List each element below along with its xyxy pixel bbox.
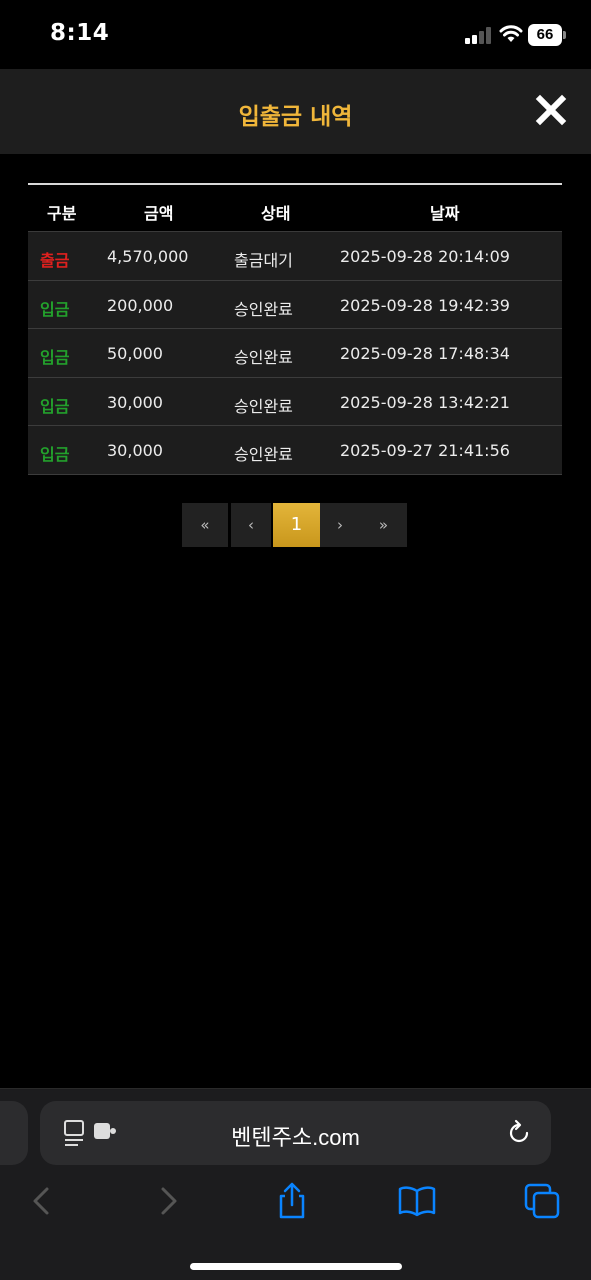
last-page-button[interactable]: » — [360, 503, 407, 547]
row-status: 출금대기 — [234, 251, 293, 270]
pagination: « ‹ 1 › » — [182, 503, 407, 547]
row-status: 승인완료 — [234, 445, 293, 464]
tabs-icon[interactable] — [522, 1181, 562, 1221]
prev-page-button[interactable]: ‹ — [231, 503, 271, 547]
row-type: 입금 — [40, 299, 70, 319]
status-time: 8:14 — [50, 20, 110, 46]
modal-header: 입출금 내역 — [0, 69, 591, 154]
table-row: 출금 4,570,000 출금대기 2025-09-28 20:14:09 — [28, 232, 562, 281]
home-indicator — [190, 1263, 402, 1270]
row-amount: 4,570,000 — [107, 247, 189, 266]
first-page-button[interactable]: « — [182, 503, 228, 547]
close-icon[interactable] — [532, 91, 570, 129]
table-row: 입금 50,000 승인완료 2025-09-28 17:48:34 — [28, 329, 562, 378]
forward-icon[interactable] — [148, 1181, 188, 1221]
table-row: 입금 30,000 승인완료 2025-09-28 13:42:21 — [28, 377, 562, 426]
address-bar[interactable]: 벤텐주소.com — [40, 1101, 551, 1165]
table-row: 입금 30,000 승인완료 2025-09-27 21:41:56 — [28, 426, 562, 475]
next-page-button[interactable]: › — [320, 503, 360, 547]
reload-icon[interactable] — [505, 1119, 533, 1147]
row-type: 입금 — [40, 445, 70, 464]
bookmarks-icon[interactable] — [397, 1181, 437, 1221]
row-status: 승인완료 — [234, 348, 293, 367]
transaction-table: 구분 금액 상태 날짜 출금 4,570,000 출금대기 2025-09-28… — [28, 183, 562, 475]
row-amount: 50,000 — [107, 344, 163, 363]
header-status: 상태 — [261, 204, 291, 223]
row-date: 2025-09-28 19:42:39 — [340, 295, 510, 315]
wifi-icon — [499, 25, 523, 42]
row-type: 입금 — [40, 396, 70, 416]
header-type: 구분 — [47, 204, 77, 223]
battery-level: 66 — [528, 24, 562, 46]
row-amount: 30,000 — [107, 392, 163, 412]
row-date: 2025-09-28 17:48:34 — [340, 344, 510, 363]
table-row: 입금 200,000 승인완료 2025-09-28 19:42:39 — [28, 280, 562, 329]
header-amount: 금액 — [144, 204, 174, 223]
row-date: 2025-09-28 20:14:09 — [340, 247, 510, 266]
row-amount: 30,000 — [107, 441, 163, 460]
cellular-signal-icon — [465, 26, 493, 44]
table-header: 구분 금액 상태 날짜 — [28, 185, 562, 232]
browser-toolbar: 벤텐주소.com — [0, 1088, 591, 1280]
battery-icon: 66 — [528, 24, 566, 46]
share-icon[interactable] — [272, 1181, 312, 1221]
status-bar: 8:14 66 — [0, 0, 591, 69]
row-type: 출금 — [40, 251, 70, 270]
row-status: 승인완료 — [234, 299, 293, 319]
page-1-button[interactable]: 1 — [273, 503, 320, 547]
row-type: 입금 — [40, 348, 70, 367]
back-icon[interactable] — [22, 1181, 62, 1221]
row-amount: 200,000 — [107, 295, 174, 315]
row-date: 2025-09-27 21:41:56 — [340, 441, 510, 460]
header-date: 날짜 — [430, 204, 460, 223]
url-text: 벤텐주소.com — [231, 1125, 360, 1150]
row-status: 승인완료 — [234, 396, 293, 416]
previous-tab-preview[interactable] — [0, 1101, 28, 1165]
modal-title: 입출금 내역 — [238, 104, 353, 130]
row-date: 2025-09-28 13:42:21 — [340, 392, 510, 412]
